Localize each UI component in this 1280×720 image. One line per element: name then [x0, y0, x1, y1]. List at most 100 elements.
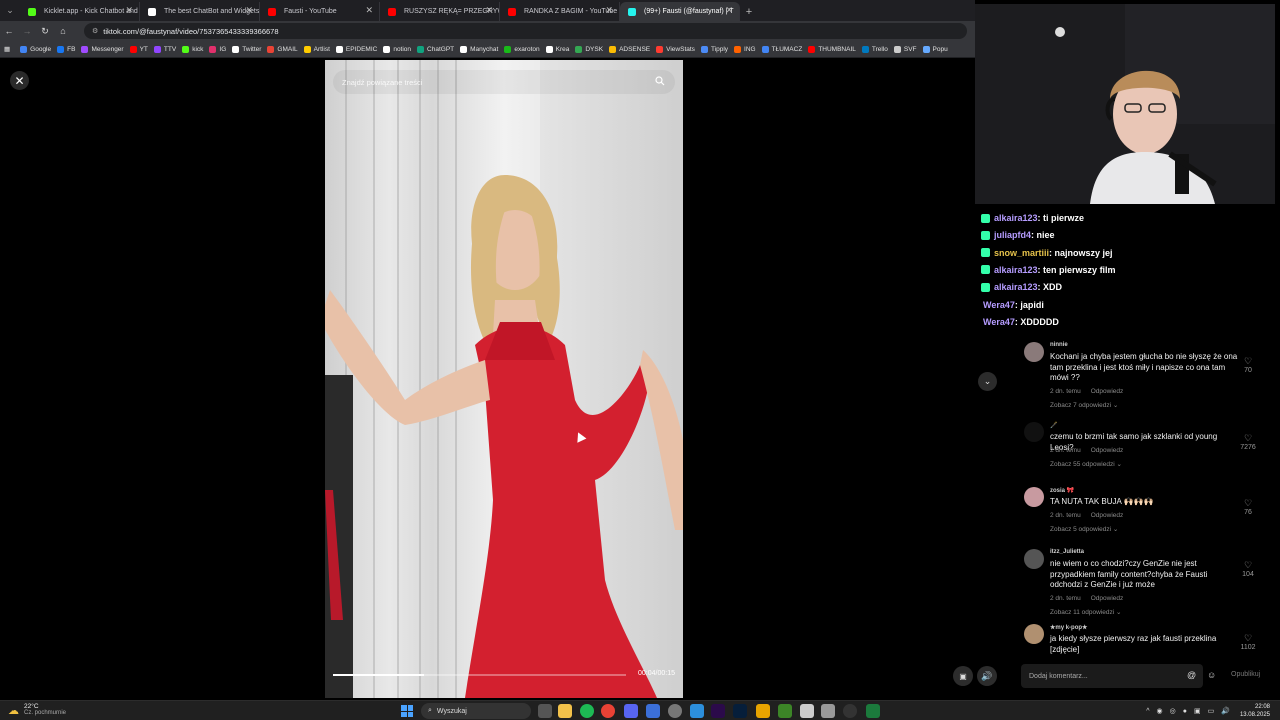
close-icon[interactable]: ✕ [10, 71, 29, 90]
comment-username[interactable]: ★my k-pop★ [1050, 624, 1087, 631]
clock[interactable]: 22:08 13.08.2025 [1240, 703, 1270, 719]
bookmark-item[interactable]: Google [20, 45, 51, 53]
post-button[interactable]: Opublikuj [1231, 671, 1260, 678]
search-icon[interactable] [655, 76, 665, 86]
chat-username[interactable]: snow_martiii [994, 248, 1049, 258]
tab-close-icon[interactable]: ✕ [365, 5, 373, 16]
tab-close-icon[interactable]: ✕ [485, 5, 493, 16]
tray-app-icon[interactable]: ● [1183, 708, 1187, 715]
chevron-down-icon[interactable]: ⌄ [978, 372, 997, 391]
bookmark-item[interactable]: Tipply [700, 45, 728, 53]
like-button[interactable]: ♡ 1102 [1236, 633, 1260, 651]
chat-username[interactable]: alkaira123 [994, 213, 1038, 223]
tray-app-icon[interactable]: ◉ [1157, 707, 1163, 715]
avatar[interactable] [1024, 422, 1044, 442]
speaker-icon[interactable]: 🔊 [1221, 707, 1230, 715]
app-icon[interactable] [646, 704, 660, 718]
reply-button[interactable]: Odpowiedz [1091, 595, 1124, 602]
bookmark-item[interactable]: YT [129, 45, 148, 53]
app-icon[interactable] [821, 704, 835, 718]
tab-search-icon[interactable]: ⌄ [0, 0, 20, 21]
bookmark-item[interactable]: SVF [893, 45, 917, 53]
browser-tab[interactable]: The best ChatBot and Widgets ✕ [140, 2, 260, 21]
app-icon[interactable] [800, 704, 814, 718]
bookmark-item[interactable]: kick [182, 45, 203, 53]
reply-button[interactable]: Odpowiedz [1091, 512, 1124, 519]
like-button[interactable]: ♡ 104 [1236, 560, 1260, 578]
bookmark-item[interactable]: Krea [545, 45, 569, 53]
bookmark-item[interactable]: TŁUMACZ [761, 45, 802, 53]
chat-username[interactable]: Wera47 [983, 317, 1015, 327]
task-view-icon[interactable] [538, 704, 552, 718]
bookmark-item[interactable]: exaroton [504, 45, 540, 53]
chat-username[interactable]: alkaira123 [994, 282, 1038, 292]
chevron-up-icon[interactable]: ^ [1146, 708, 1149, 715]
tray-app-icon[interactable]: ◎ [1170, 707, 1176, 715]
browser-tab[interactable]: (99+) Fausti (@faustynaf) | T ✕ [620, 2, 740, 21]
new-tab-button[interactable]: + [740, 2, 758, 21]
view-replies-button[interactable]: Zobacz 11 odpowiedzi ⌄ [1050, 608, 1121, 616]
bookmark-item[interactable]: Trello [861, 45, 888, 53]
file-explorer-icon[interactable] [558, 704, 572, 718]
forward-icon[interactable]: → [18, 26, 36, 36]
home-icon[interactable]: ⌂ [54, 26, 72, 36]
like-button[interactable]: ♡ 76 [1236, 498, 1260, 516]
comment-username[interactable]: itzz_Julietta [1050, 549, 1084, 555]
reply-button[interactable]: Odpowiedz [1091, 388, 1124, 395]
emoji-icon[interactable]: ☺ [1207, 670, 1216, 680]
chat-username[interactable]: Wera47 [983, 300, 1015, 310]
bookmark-item[interactable]: ING [734, 45, 756, 53]
mention-icon[interactable]: @ [1187, 670, 1196, 680]
bookmark-item[interactable]: ADSENSE [609, 45, 650, 53]
like-button[interactable]: ♡ 70 [1236, 356, 1260, 374]
bookmark-item[interactable]: IG [209, 45, 226, 53]
browser-icon[interactable] [668, 704, 682, 718]
tab-close-icon[interactable]: ✕ [245, 5, 253, 16]
weather-widget[interactable]: ☁ 22°C Cz. pochmurnie [8, 703, 66, 717]
bookmark-item[interactable]: ChatGPT [417, 45, 454, 53]
video-player[interactable]: Znajdź powiązane treści 00:04/00:15 [325, 60, 683, 698]
chat-username[interactable]: juliapfd4 [994, 230, 1031, 240]
app-icon[interactable] [866, 704, 880, 718]
app-icon[interactable] [756, 704, 770, 718]
avatar[interactable] [1024, 549, 1044, 569]
browser-tab[interactable]: RANDKA Z BAGIM - YouTube ✕ [500, 2, 620, 21]
view-replies-button[interactable]: Zobacz 7 odpowiedzi ⌄ [1050, 401, 1118, 409]
bookmark-item[interactable]: GMAIL [267, 45, 298, 53]
taskbar-search[interactable]: ⌕ Wyszukaj [421, 703, 531, 719]
bookmark-item[interactable]: notion [383, 45, 411, 53]
browser-tab[interactable]: Fausti - YouTube ✕ [260, 2, 380, 21]
tab-close-icon[interactable]: ✕ [125, 5, 133, 16]
chat-username[interactable]: alkaira123 [994, 265, 1038, 275]
comment-input[interactable]: Dodaj komentarz... [1021, 664, 1203, 688]
like-button[interactable]: ♡ 7276 [1236, 433, 1260, 451]
browser-tab[interactable]: Kicklet.app - Kick Chatbot and ✕ [20, 2, 140, 21]
mini-player-icon[interactable]: ▣ [953, 666, 973, 686]
windows-start-icon[interactable] [401, 705, 413, 717]
comment-username[interactable]: ninnie [1050, 342, 1068, 348]
bookmark-item[interactable]: Messenger [81, 45, 124, 53]
bookmark-item[interactable]: FB [57, 45, 75, 53]
avatar[interactable] [1024, 624, 1044, 644]
chrome-icon[interactable] [601, 704, 615, 718]
bookmark-item[interactable]: Manychat [460, 45, 498, 53]
bookmark-item[interactable]: THUMBNAIL [808, 45, 856, 53]
bookmark-item[interactable]: ViewStats [656, 45, 695, 53]
reload-icon[interactable]: ↻ [36, 26, 54, 37]
bookmark-item[interactable]: EPIDEMIC [335, 45, 377, 53]
avatar[interactable] [1024, 342, 1044, 362]
spotify-icon[interactable] [580, 704, 594, 718]
tray-app-icon[interactable]: ▣ [1194, 707, 1201, 715]
apps-icon[interactable]: ▦ [4, 45, 10, 53]
app-icon[interactable] [690, 704, 704, 718]
tab-close-icon[interactable]: ✕ [725, 5, 733, 16]
site-info-icon[interactable]: ⚙ [92, 27, 98, 35]
premiere-icon[interactable] [711, 704, 725, 718]
video-progress-bar[interactable] [333, 674, 626, 676]
address-bar[interactable]: ⚙ tiktok.com/@faustynaf/video/7537365433… [84, 23, 967, 39]
bookmark-item[interactable]: Twitter [232, 45, 261, 53]
bookmark-item[interactable]: DYSK [575, 45, 603, 53]
tab-close-icon[interactable]: ✕ [605, 5, 613, 16]
reply-button[interactable]: Odpowiedz [1091, 447, 1124, 454]
photoshop-icon[interactable] [733, 704, 747, 718]
